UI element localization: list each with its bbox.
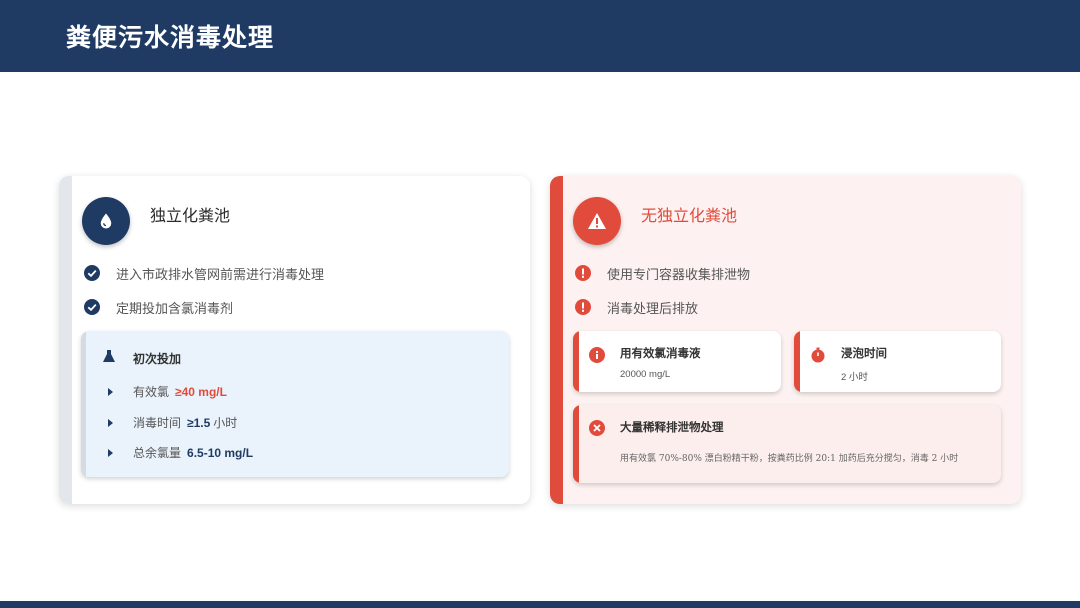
alert-item-text: 使用专门容器收集排泄物 — [607, 267, 751, 283]
bullet-triangle-icon — [108, 448, 113, 457]
mini-text: 2 小时 — [841, 372, 868, 383]
no-septic-tank-card: 无独立化粪池 使用专门容器收集排泄物 消毒处理后排放 用有效氯消毒液 20000… — [550, 176, 1021, 504]
dilution-card: 大量稀释排泄物处理 用有效氯 70%-80% 漂白粉精干粉，按粪药比例 20:1… — [573, 405, 1001, 483]
mini-text: 用有效氯 70%-80% 漂白粉精干粉，按粪药比例 20:1 加药后充分搅匀，消… — [620, 454, 959, 464]
alert-item-text: 消毒处理后排放 — [607, 301, 699, 317]
mini-title: 用有效氯消毒液 — [620, 346, 701, 360]
water-drop-icon — [82, 197, 130, 245]
mini-accent-strip — [794, 331, 800, 392]
line-value: ≥1.5 — [187, 415, 211, 430]
check-circle-icon — [84, 265, 100, 281]
independent-septic-tank-card: 独立化粪池 进入市政排水管网前需进行消毒处理 定期投加含氯消毒剂 初次投加 有效… — [59, 176, 530, 504]
card-accent-strip — [59, 176, 72, 504]
bullet-triangle-icon — [108, 418, 113, 427]
line-label: 总余氯量 — [133, 446, 182, 460]
stopwatch-icon — [810, 347, 826, 363]
box-title: 初次投加 — [133, 352, 182, 366]
alert-item: 消毒处理后排放 — [575, 297, 698, 317]
mini-title: 浸泡时间 — [841, 346, 887, 360]
line-label: 消毒时间 — [133, 416, 182, 430]
line-value: 6.5-10 mg/L — [187, 445, 254, 460]
alert-item: 使用专门容器收集排泄物 — [575, 263, 750, 283]
line-unit: 小时 — [213, 416, 238, 430]
flask-icon — [102, 348, 116, 362]
x-circle-icon — [589, 420, 605, 436]
check-item: 进入市政排水管网前需进行消毒处理 — [84, 263, 324, 283]
dosing-line: 有效氯 ≥40 mg/L — [108, 383, 227, 400]
line-label: 有效氯 — [133, 385, 170, 399]
dosing-line: 总余氯量 6.5-10 mg/L — [108, 444, 253, 461]
check-item-text: 定期投加含氯消毒剂 — [116, 301, 234, 317]
mini-accent-strip — [573, 405, 579, 483]
check-item-text: 进入市政排水管网前需进行消毒处理 — [116, 267, 325, 283]
exclamation-circle-icon — [575, 299, 591, 315]
info-circle-icon — [589, 347, 605, 363]
page-title: 粪便污水消毒处理 — [66, 23, 275, 52]
dosing-line: 消毒时间 ≥1.5 小时 — [108, 414, 237, 431]
line-value: ≥40 mg/L — [175, 384, 227, 399]
card-title: 独立化粪池 — [150, 206, 231, 225]
disinfectant-card: 用有效氯消毒液 20000 mg/L — [573, 331, 781, 392]
exclamation-circle-icon — [575, 265, 591, 281]
bullet-triangle-icon — [108, 387, 113, 396]
box-accent-strip — [81, 331, 86, 477]
mini-title: 大量稀释排泄物处理 — [620, 420, 724, 434]
card-title: 无独立化粪池 — [641, 206, 738, 225]
check-item: 定期投加含氯消毒剂 — [84, 297, 233, 317]
initial-dosing-box: 初次投加 有效氯 ≥40 mg/L 消毒时间 ≥1.5 小时 总余氯量 6.5-… — [81, 331, 509, 477]
soak-time-card: 浸泡时间 2 小时 — [794, 331, 1001, 392]
header-bar: 粪便污水消毒处理 — [0, 0, 1080, 72]
check-circle-icon — [84, 299, 100, 315]
mini-text: 20000 mg/L — [620, 369, 671, 380]
warning-triangle-icon — [573, 197, 621, 245]
footer-bar — [0, 601, 1080, 608]
mini-accent-strip — [573, 331, 579, 392]
card-accent-strip — [550, 176, 563, 504]
